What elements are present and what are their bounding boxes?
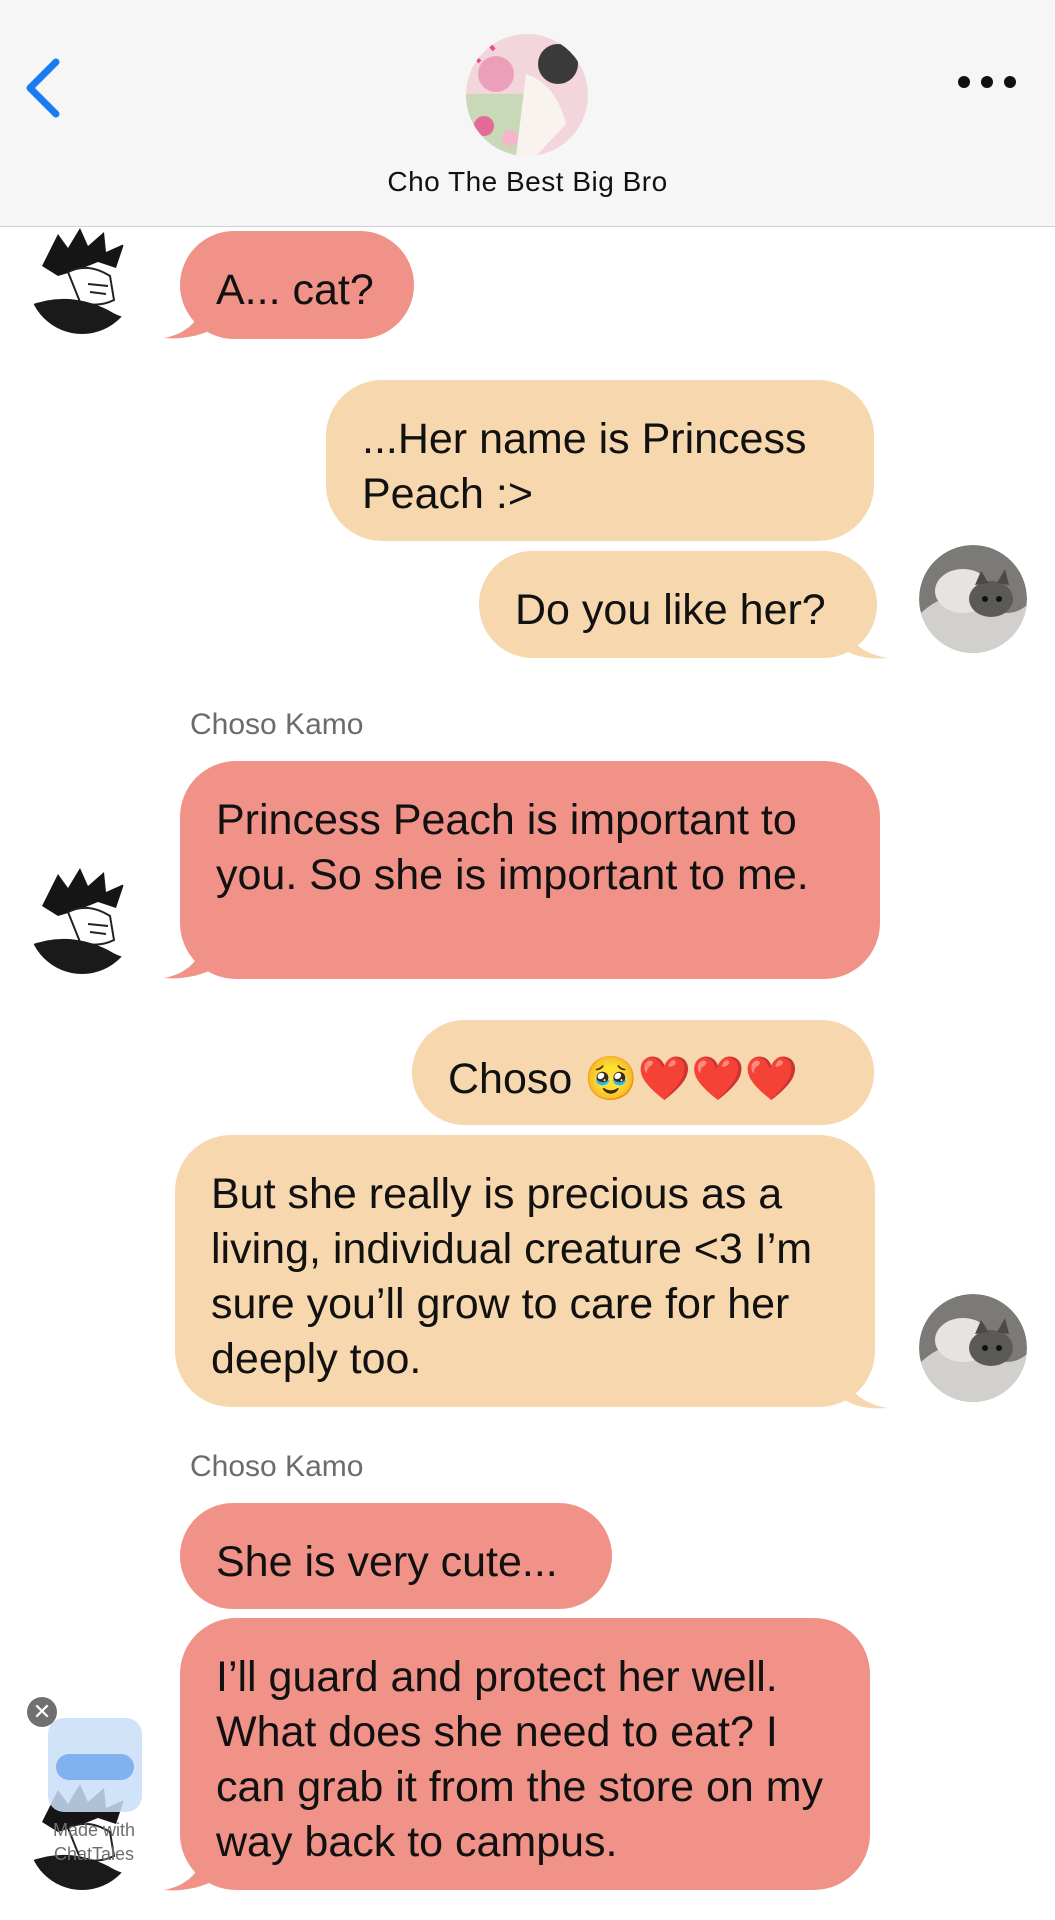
ellipsis-icon	[958, 76, 1016, 88]
sender-avatar[interactable]	[28, 866, 136, 974]
message-bubble-outgoing[interactable]: ...Her name is Princess Peach :>	[326, 380, 874, 541]
contact-name[interactable]: Cho The Best Big Bro	[0, 166, 1055, 198]
chat-header: Cho The Best Big Bro	[0, 0, 1055, 227]
watermark-text: Made with ChatTales	[52, 1820, 136, 1864]
message-bubble-outgoing[interactable]: Choso 🥹❤️❤️❤️	[412, 1020, 874, 1125]
sender-avatar[interactable]	[28, 226, 136, 334]
chat-bubble-logo-icon	[48, 1718, 142, 1812]
message-bubble-outgoing[interactable]: Do you like her?	[479, 551, 877, 658]
message-bubble-outgoing[interactable]: But she really is precious as a living, …	[175, 1135, 875, 1407]
user-avatar[interactable]	[919, 1294, 1027, 1402]
chevron-left-icon	[26, 58, 60, 118]
more-options-button[interactable]	[952, 62, 1022, 102]
message-bubble-incoming[interactable]: She is very cute...	[180, 1503, 612, 1609]
back-button[interactable]	[18, 50, 68, 120]
sender-label: Choso Kamo	[190, 1450, 364, 1483]
user-avatar[interactable]	[919, 545, 1027, 653]
sender-label: Choso Kamo	[190, 708, 364, 741]
message-bubble-incoming[interactable]: I’ll guard and protect her well. What do…	[180, 1618, 870, 1890]
message-bubble-incoming[interactable]: A... cat?	[180, 231, 414, 339]
chattales-watermark: ✕ Made with ChatTales	[24, 1694, 154, 1869]
chat-thread: A... cat? ...Her name is Princess Peach …	[0, 0, 1055, 1920]
close-watermark-icon[interactable]: ✕	[27, 1697, 57, 1727]
contact-avatar[interactable]	[466, 34, 588, 156]
message-bubble-incoming[interactable]: Princess Peach is important to you. So s…	[180, 761, 880, 979]
